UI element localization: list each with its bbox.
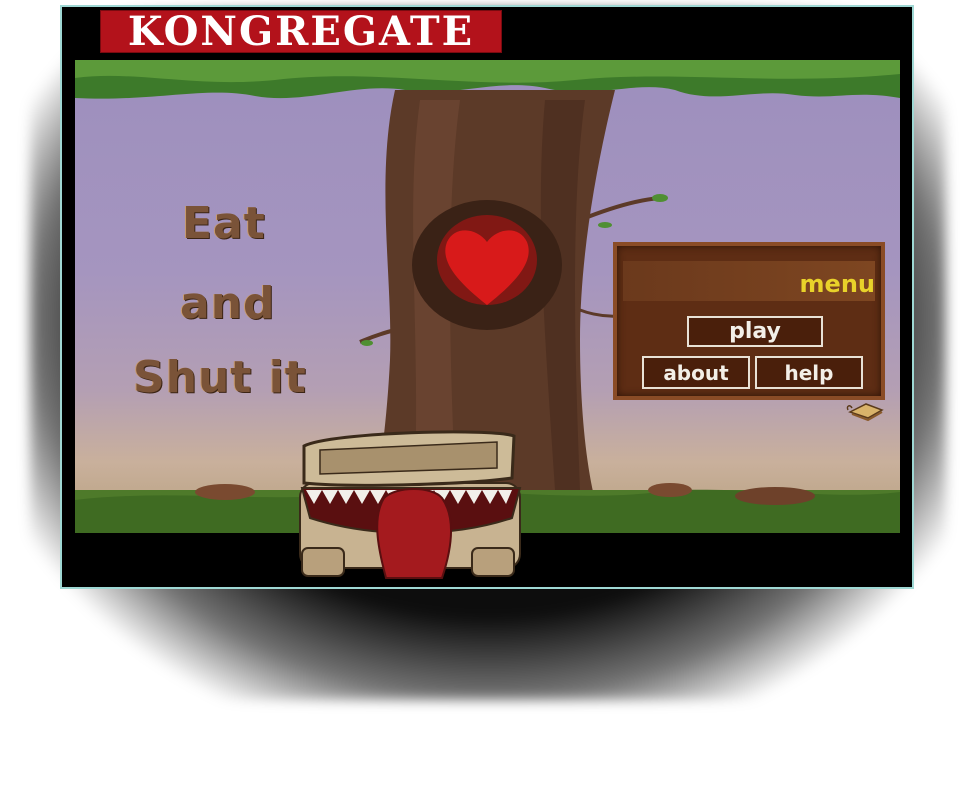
about-button[interactable]: about — [642, 356, 750, 389]
game-title-line-1: Eat — [182, 198, 266, 249]
leaf — [652, 194, 668, 202]
rock — [735, 487, 815, 505]
help-button[interactable]: help — [755, 356, 863, 389]
main-menu-panel: menu play about help — [613, 242, 885, 400]
game-title-line-3: Shut it — [133, 352, 307, 403]
leaf — [361, 340, 373, 346]
rock — [195, 484, 255, 500]
leaf — [598, 222, 612, 228]
branch-right-low — [579, 308, 617, 319]
kongregate-logo-text: KONGREGATE — [127, 7, 475, 55]
monster-leg — [471, 547, 515, 577]
rock — [648, 483, 692, 497]
monster-tongue — [376, 488, 452, 579]
monster-leg — [301, 547, 345, 577]
kongregate-logo[interactable]: KONGREGATE — [100, 10, 502, 53]
monster-character — [299, 430, 522, 579]
play-button[interactable]: play — [687, 316, 823, 347]
sandwich-icon — [846, 403, 884, 422]
menu-title: menu — [799, 270, 875, 298]
game-title-line-2: and — [180, 278, 276, 329]
